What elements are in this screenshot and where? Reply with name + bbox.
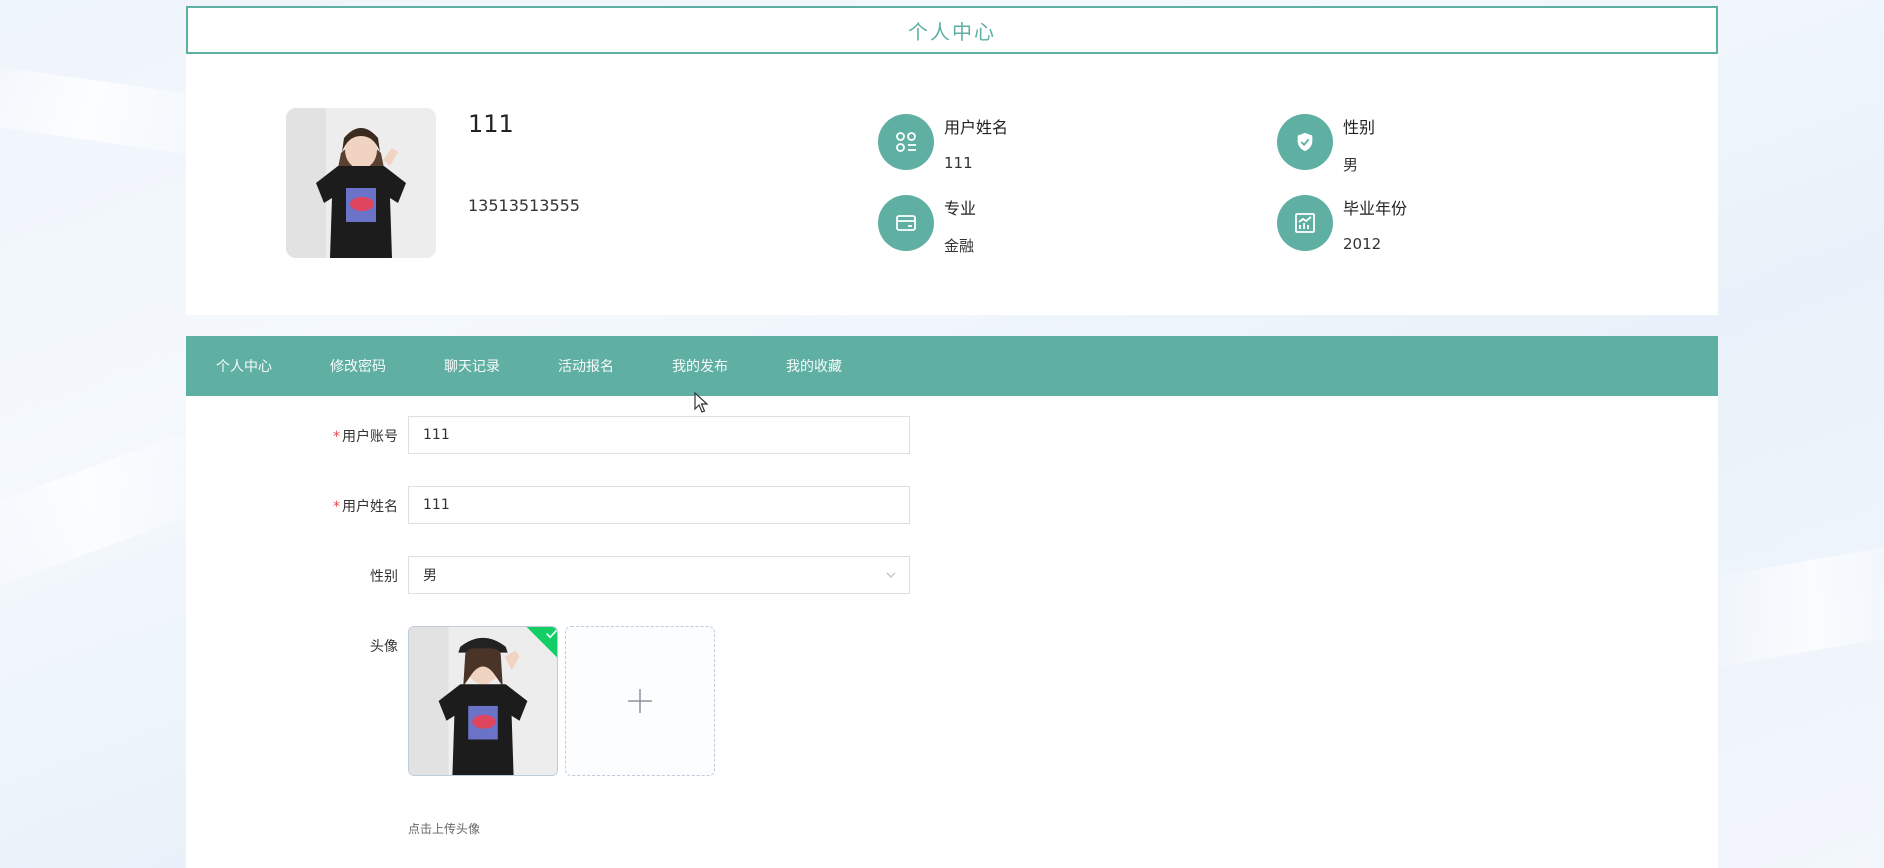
background-streak [1697,541,1884,669]
account-label: * 用户账号 [333,429,398,445]
chart-icon [1277,195,1333,251]
profile-form: *用户账号 *用户姓名 性别 男 头像 [186,396,1718,868]
tab-my-posts[interactable]: 我的发布 [672,356,728,376]
form-row-avatar: 头像 [186,626,1718,786]
gender-select-value: 男 [423,568,437,584]
required-mark: * [333,499,340,515]
plus-icon [628,689,652,713]
gender-select[interactable]: 男 [408,556,910,594]
mouse-cursor-icon [694,392,709,413]
avatar-label: 头像 [370,639,398,655]
page-container: 个人中心 111 13513513555 用户姓名 111 性别 男 专业 金融… [186,0,1718,868]
form-row-account: * 用户账号 [186,416,1718,456]
info-gender-value: 男 [1343,156,1359,174]
info-major-value: 金融 [944,237,975,255]
uploaded-avatar-thumbnail[interactable] [408,626,558,776]
info-major-label: 专业 [944,199,977,218]
check-icon [546,629,557,639]
tab-bar: 个人中心 修改密码 聊天记录 活动报名 我的发布 我的收藏 [186,336,1718,396]
upload-add-button[interactable] [565,626,715,776]
shield-check-icon [1277,114,1333,170]
page-title-bar: 个人中心 [186,6,1718,54]
form-row-name: * 用户姓名 [186,486,1718,526]
page-title: 个人中心 [908,19,996,44]
tab-chat-history[interactable]: 聊天记录 [444,356,500,376]
info-username-label: 用户姓名 [944,118,1009,137]
info-username-value: 111 [944,154,973,172]
info-grad-year-value: 2012 [1343,235,1382,253]
name-input[interactable] [408,486,910,524]
name-label: * 用户姓名 [333,499,398,515]
tab-my-favorites[interactable]: 我的收藏 [786,356,842,376]
form-row-gender: 性别 男 [186,556,1718,596]
profile-phone: 13513513555 [468,196,580,215]
info-major: 专业 金融 [878,195,1198,255]
wallet-card-icon [878,195,934,251]
info-gender-label: 性别 [1343,118,1376,137]
avatar-photo [286,108,436,258]
info-grad-year: 毕业年份 2012 [1277,195,1597,255]
tab-activity-signup[interactable]: 活动报名 [558,356,614,376]
tab-profile[interactable]: 个人中心 [216,356,272,376]
chevron-down-icon [886,572,896,578]
avatar-upload-tip: 点击上传头像 [408,822,481,836]
apps-icon [878,114,934,170]
avatar-photo [409,627,557,775]
tab-change-password[interactable]: 修改密码 [330,356,386,376]
profile-display-name: 111 [468,110,514,138]
gender-label: 性别 [370,569,398,585]
required-mark: * [333,429,340,445]
account-input[interactable] [408,416,910,454]
avatar [286,108,436,258]
info-gender: 性别 男 [1277,114,1597,174]
info-grad-year-label: 毕业年份 [1343,199,1408,218]
info-username: 用户姓名 111 [878,114,1198,174]
profile-card: 111 13513513555 用户姓名 111 性别 男 专业 金融 毕业年份… [186,54,1718,315]
